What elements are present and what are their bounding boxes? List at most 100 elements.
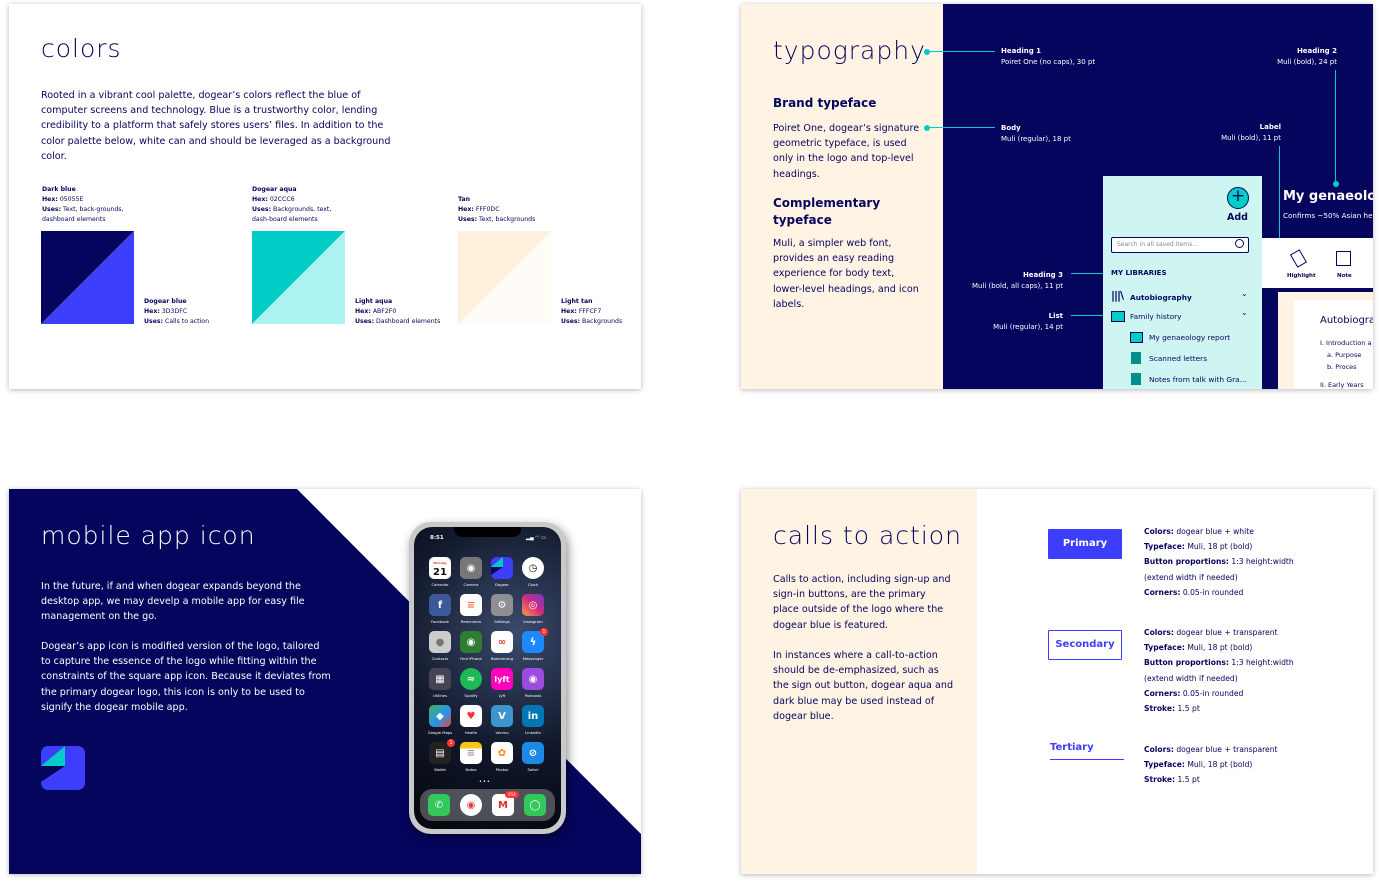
app-label: Settings [494, 619, 510, 624]
clock-app-icon[interactable]: ◷ [522, 557, 544, 579]
find-iphone-app-icon[interactable]: ◉ [460, 631, 482, 653]
instagram-app-icon[interactable]: ◎ [522, 594, 544, 616]
complementary-typeface-body: Muli, a simpler web font, provides an ea… [773, 238, 919, 310]
tertiary-button[interactable]: Tertiary [1050, 742, 1124, 760]
tertiary-spec: Colors: dogear blue + transparent Typefa… [1144, 745, 1278, 785]
photos-app-icon[interactable]: ✿ [491, 742, 513, 764]
contacts-app-icon[interactable]: ● [429, 631, 451, 653]
venmo-app-icon[interactable]: V [491, 705, 513, 727]
swatch-light-tan-label: Light tan Hex: FFFCF7 Uses: Backgrounds [561, 298, 623, 325]
settings-app-icon[interactable]: ⚙ [491, 594, 513, 616]
app-label: Reminders [460, 619, 482, 624]
note-icon[interactable] [1336, 251, 1351, 266]
boomerang-app-icon[interactable]: ∞ [491, 631, 513, 653]
secondary-button[interactable]: Secondary [1048, 630, 1122, 660]
cta-title: calls to action [773, 521, 962, 550]
cta-para-1: Calls to action, including sign-up and s… [773, 574, 951, 631]
linkedin-app-icon[interactable]: in [522, 705, 544, 727]
app-label: Camera [463, 582, 479, 587]
app-label: Health [464, 730, 478, 735]
notes-app-icon[interactable]: ≡ [460, 742, 482, 764]
h2-annotation: Heading 2 Muli (bold), 24 pt [1277, 47, 1337, 66]
facebook-app-icon[interactable]: f [429, 594, 451, 616]
document-icon [1131, 352, 1141, 364]
cta-slide: calls to action Calls to action, includi… [741, 489, 1373, 874]
utilities-app-icon[interactable]: ▦ [429, 668, 451, 690]
page-dots: ••• [479, 779, 491, 785]
document-icon [1131, 373, 1141, 385]
app-label: Safari [527, 767, 539, 772]
app-sidebar: + Add Search in all saved items... MY LI… [1103, 176, 1262, 389]
app-label: Boomerang [491, 656, 513, 661]
phone-frame: 8:51 ▂▄ ◠ ▭ Monday 21 ◉ ◷ f ≡ ⚙ ◎ ● ◉ ∞ … [409, 522, 566, 834]
dogear-app-icon-small[interactable] [491, 557, 513, 579]
phone-time: 8:51 [430, 535, 444, 541]
health-app-icon[interactable]: ♥ [460, 705, 482, 727]
complementary-typeface-heading: Complementary typeface [773, 196, 881, 227]
mobile-para-2: Dogear’s app icon is modified version of… [41, 641, 331, 713]
colors-body: Rooted in a vibrant cool palette, dogear… [41, 90, 391, 162]
report-icon [1130, 332, 1143, 343]
doc-title: My genaeology [1283, 189, 1373, 204]
add-label[interactable]: Add [1227, 212, 1248, 223]
chrome-app-icon[interactable]: ◉ [460, 794, 482, 816]
file-item[interactable]: My genaeology report [1149, 333, 1230, 342]
chevron-down-icon[interactable]: ⌄ [1241, 308, 1248, 317]
note-label[interactable]: Note [1337, 273, 1352, 279]
swatch-dark-blue-label: Dark blue Hex: 05055E Uses: Text, back-g… [42, 186, 124, 223]
search-placeholder: Search in all saved items... [1117, 241, 1198, 248]
dogear-app-icon [41, 746, 85, 790]
primary-button[interactable]: Primary [1048, 529, 1122, 559]
calendar-date: 21 [433, 567, 447, 578]
messages-app-icon[interactable]: ◯ [524, 794, 546, 816]
search-input[interactable]: Search in all saved items... [1111, 237, 1249, 253]
gmail-badge: 954 [505, 791, 519, 798]
swatch-dogear-blue-label: Dogear blue Hex: 3D3DFC Uses: Calls to a… [144, 298, 209, 325]
label-annotation: Label Muli (bold), 11 pt [1221, 123, 1281, 142]
app-label: Google Maps [427, 730, 453, 735]
brand-typeface-heading: Brand typeface [773, 96, 877, 110]
mobile-para-1: In the future, if and when dogear expand… [41, 581, 305, 623]
phone-app-icon[interactable]: ✆ [428, 794, 450, 816]
status-icons: ▂▄ ◠ ▭ [526, 535, 546, 541]
library-item[interactable]: Autobiography [1130, 293, 1192, 302]
swatch-tan-light-tan [458, 231, 551, 324]
h1-annotation: Heading 1 Poiret One (no caps), 30 pt [1001, 47, 1096, 66]
swatch-tan-label: Tan Hex: FFF0DC Uses: Text, backgrounds [458, 196, 536, 223]
brand-typeface-body: Poiret One, dogear’s signature geometric… [773, 123, 920, 180]
phone-screen: 8:51 ▂▄ ◠ ▭ Monday 21 ◉ ◷ f ≡ ⚙ ◎ ● ◉ ∞ … [414, 527, 561, 829]
highlight-icon[interactable] [1289, 249, 1308, 268]
libraries-heading: MY LIBRARIES [1111, 269, 1167, 277]
app-label: Notes [465, 767, 477, 772]
calendar-app-icon[interactable]: Monday 21 [429, 557, 451, 579]
phone-notch [454, 527, 521, 537]
add-icon[interactable]: + [1227, 187, 1249, 209]
spotify-app-icon[interactable]: ≈ [460, 668, 482, 690]
podcasts-app-icon[interactable]: ◉ [522, 668, 544, 690]
h3-annotation-line [1071, 273, 1105, 275]
app-label: Dogear [495, 582, 509, 587]
typography-slide: typography Brand typeface Poiret One, do… [741, 4, 1373, 389]
chevron-down-icon[interactable]: ⌄ [1241, 289, 1248, 298]
app-label: Clock [527, 582, 539, 587]
highlight-label[interactable]: Highlight [1287, 273, 1316, 279]
file-item[interactable]: Notes from talk with Gra... [1149, 375, 1247, 384]
dogear-logo-icon [491, 557, 503, 575]
app-label: Contacts [431, 656, 449, 661]
app-label: Facebook [431, 619, 449, 624]
lyft-app-icon[interactable]: lyft [491, 668, 513, 690]
folder-item[interactable]: Family history [1130, 312, 1182, 321]
cta-para-2: In instances where a call-to-action shou… [773, 650, 954, 722]
app-label: Calendar [431, 582, 449, 587]
app-label: Wallet [434, 767, 446, 772]
reminders-app-icon[interactable]: ≡ [460, 594, 482, 616]
safari-app-icon[interactable]: ⊘ [522, 742, 544, 764]
app-label: Utilities [432, 693, 448, 698]
h2-annotation-dot [1333, 181, 1339, 187]
body-annotation-line [927, 127, 995, 129]
search-icon[interactable] [1235, 239, 1244, 248]
google-maps-app-icon[interactable]: ◆ [429, 705, 451, 727]
primary-spec: Colors: dogear blue + white Typeface: Mu… [1144, 527, 1294, 597]
file-item[interactable]: Scanned letters [1149, 354, 1207, 363]
camera-app-icon[interactable]: ◉ [460, 557, 482, 579]
